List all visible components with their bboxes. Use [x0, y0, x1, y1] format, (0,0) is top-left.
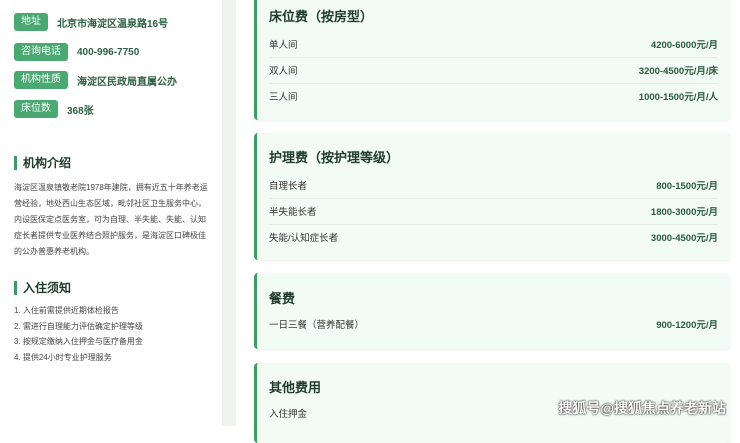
column-divider — [222, 0, 236, 426]
nursing-fee-title: 护理费（按护理等级） — [269, 150, 400, 165]
fee-name: 三人间 — [269, 92, 298, 103]
phone-row: 咨询电话 400-996-7750 — [14, 43, 139, 61]
phone-tag: 咨询电话 — [14, 43, 68, 61]
phone-value[interactable]: 400-996-7750 — [77, 47, 139, 58]
notes-item: 2. 需进行自理能力评估确定护理等级 — [14, 321, 143, 331]
watermark-text: 搜狐号@搜狐焦点养老新站 — [558, 400, 726, 416]
address-row: 地址 北京市海淀区温泉路16号 — [14, 13, 168, 31]
nature-row: 机构性质 海淀区民政局直属公办 — [14, 71, 177, 89]
fee-price: 3000-4500元/月 — [650, 233, 718, 244]
notes-item: 3. 按规定缴纳入住押金与医疗备用金 — [14, 337, 143, 346]
nursing-fee-card: 护理费（按护理等级） 自理长者 800-1500元/月 半失能长者 1800-3… — [254, 133, 730, 260]
fee-price: 1000-1500元/月/人 — [638, 92, 718, 103]
fee-price: 900-1200元/月 — [656, 320, 718, 331]
fee-name: 双人间 — [269, 66, 298, 77]
beds-value: 368张 — [67, 105, 94, 117]
nature-value: 海淀区民政局直属公办 — [77, 76, 177, 88]
bed-fee-title: 床位费（按房型） — [269, 9, 374, 24]
beds-tag: 床位数 — [14, 100, 58, 118]
fee-name: 单人间 — [269, 40, 298, 51]
fee-name: 自理长者 — [269, 181, 308, 192]
notes-list: 1. 入住前需提供近期体检报告 2. 需进行自理能力评估确定护理等级 3. 按规… — [14, 303, 214, 365]
intro-text: 海淀区温泉镇敬老院1978年建院，拥有近五十年养老运营经验，地处西山生态区域，毗… — [14, 183, 208, 256]
fee-name: 一日三餐（营养配餐） — [269, 320, 365, 331]
bed-fee-card: 床位费（按房型） 单人间 4200-6000元/月 双人间 3200-4500元… — [254, 0, 730, 120]
left-panel: 地址 北京市海淀区温泉路16号 咨询电话 400-996-7750 机构性质 海… — [0, 0, 222, 426]
meal-fee-card: 餐费 一日三餐（营养配餐） 900-1200元/月 — [254, 273, 730, 349]
fee-price: 3200-4500元/月/床 — [638, 66, 718, 77]
fee-row: 单人间 4200-6000元/月 — [269, 31, 718, 58]
beds-row: 床位数 368张 — [14, 100, 94, 118]
fee-price: 1800-3000元/月 — [650, 207, 718, 218]
other-fee-title: 其他费用 — [269, 380, 322, 395]
address-tag: 地址 — [14, 13, 48, 31]
fee-row: 半失能长者 1800-3000元/月 — [269, 198, 718, 225]
address-value: 北京市海淀区温泉路16号 — [57, 18, 169, 30]
fee-row: 双人间 3200-4500元/月/床 — [269, 57, 718, 84]
fee-name: 失能/认知症长者 — [269, 233, 339, 244]
fee-row: 一日三餐（营养配餐） 900-1200元/月 — [269, 311, 718, 337]
notes-title: 入住须知 — [14, 281, 71, 295]
fee-name: 入住押金 — [269, 409, 308, 420]
nature-tag: 机构性质 — [14, 71, 68, 89]
notes-item: 1. 入住前需提供近期体检报告 — [14, 306, 119, 315]
meal-fee-title: 餐费 — [269, 291, 296, 306]
fee-row: 自理长者 800-1500元/月 — [269, 172, 718, 199]
fee-price: 800-1500元/月 — [656, 181, 718, 192]
fee-row: 三人间 1000-1500元/月/人 — [269, 83, 718, 109]
notes-item: 4. 提供24小时专业护理服务 — [14, 352, 112, 362]
fee-row: 失能/认知症长者 3000-4500元/月 — [269, 224, 718, 250]
fee-name: 半失能长者 — [269, 207, 317, 218]
intro-title: 机构介绍 — [14, 156, 71, 170]
fee-price: 4200-6000元/月 — [650, 40, 718, 51]
